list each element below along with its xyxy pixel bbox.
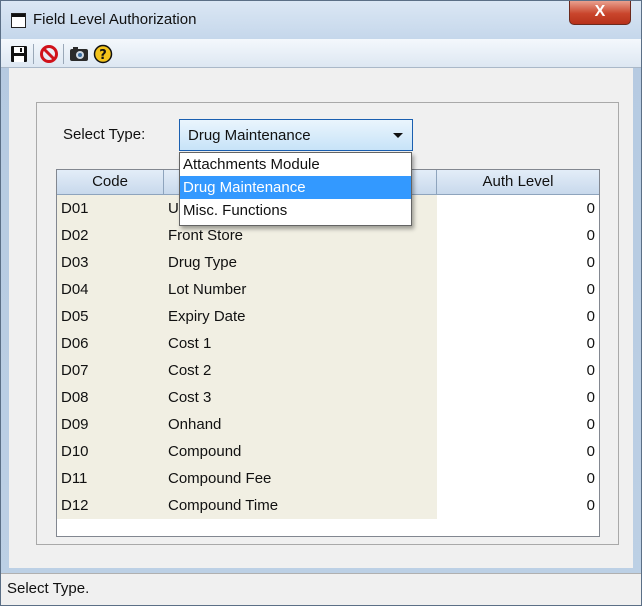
svg-text:?: ? xyxy=(99,48,107,63)
code-cell[interactable]: D10 xyxy=(57,438,164,465)
table-row[interactable]: D05 Expiry Date 0 xyxy=(57,303,599,330)
auth-level-cell[interactable]: 0 xyxy=(437,195,599,222)
code-cell[interactable]: D04 xyxy=(57,276,164,303)
column-header-code[interactable]: Code xyxy=(57,170,164,195)
toolbar: ? xyxy=(1,39,641,68)
app-window: Field Level Authorization X ? Select Typ… xyxy=(0,0,642,606)
code-cell[interactable]: D02 xyxy=(57,222,164,249)
table-row[interactable]: D06 Cost 10 xyxy=(57,330,599,357)
select-type-dropdown: Attachments Module Drug Maintenance Misc. … xyxy=(179,152,412,226)
code-cell[interactable]: D08 xyxy=(57,384,164,411)
auth-level-cell[interactable]: 0 xyxy=(437,411,599,438)
code-cell[interactable]: D09 xyxy=(57,411,164,438)
description-cell[interactable]: Onhand xyxy=(164,411,437,438)
help-icon: ? xyxy=(93,44,113,64)
toolbar-separator xyxy=(33,44,34,64)
auth-level-cell[interactable]: 0 xyxy=(437,357,599,384)
description-cell[interactable]: Expiry Date xyxy=(164,303,437,330)
save-button[interactable] xyxy=(9,44,29,64)
description-cell[interactable]: Cost 1 xyxy=(164,330,437,357)
description-cell[interactable]: Compound Time xyxy=(164,492,437,519)
help-button[interactable]: ? xyxy=(93,44,113,64)
description-cell[interactable]: Compound Fee xyxy=(164,465,437,492)
table-row[interactable]: D02 Front Store 0 xyxy=(57,222,599,249)
table-row[interactable]: D03 Drug Type 0 xyxy=(57,249,599,276)
toolbar-separator xyxy=(63,44,64,64)
select-type-value: Drug Maintenance xyxy=(188,127,311,144)
camera-icon xyxy=(70,47,88,61)
description-cell[interactable]: Cost 2 xyxy=(164,357,437,384)
code-cell[interactable]: D07 xyxy=(57,357,164,384)
description-cell[interactable]: Cost 3 xyxy=(164,384,437,411)
chevron-down-icon[interactable] xyxy=(393,133,403,138)
table-row[interactable]: D04 Lot Number 0 xyxy=(57,276,599,303)
dropdown-option[interactable]: Misc. Functions xyxy=(180,199,411,222)
auth-level-cell[interactable]: 0 xyxy=(437,276,599,303)
select-type-combo[interactable]: Drug Maintenance xyxy=(179,119,413,151)
auth-level-cell[interactable]: 0 xyxy=(437,330,599,357)
auth-level-cell[interactable]: 0 xyxy=(437,438,599,465)
cancel-icon xyxy=(40,45,58,63)
column-header-auth-level[interactable]: Auth Level xyxy=(437,170,599,195)
dropdown-option[interactable]: Drug Maintenance xyxy=(180,176,411,199)
cancel-button[interactable] xyxy=(39,44,59,64)
close-button[interactable]: X xyxy=(569,1,631,25)
description-cell[interactable]: Drug Type xyxy=(164,249,437,276)
code-cell[interactable]: D12 xyxy=(57,492,164,519)
camera-button[interactable] xyxy=(69,44,89,64)
app-icon xyxy=(11,13,26,28)
code-cell[interactable]: D11 xyxy=(57,465,164,492)
status-bar: Select Type. xyxy=(1,573,641,605)
save-icon xyxy=(11,46,27,62)
code-cell[interactable]: D06 xyxy=(57,330,164,357)
title-bar[interactable]: Field Level Authorization X xyxy=(1,1,641,39)
table-row[interactable]: D07 Cost 20 xyxy=(57,357,599,384)
code-cell[interactable]: D05 xyxy=(57,303,164,330)
description-cell[interactable]: Lot Number xyxy=(164,276,437,303)
description-cell[interactable]: Front Store xyxy=(164,222,437,249)
table-row[interactable]: D11 Compound Fee 0 xyxy=(57,465,599,492)
auth-level-cell[interactable]: 0 xyxy=(437,384,599,411)
dropdown-option[interactable]: Attachments Module xyxy=(180,153,411,176)
table-row[interactable]: D09 Onhand 0 xyxy=(57,411,599,438)
code-cell[interactable]: D03 xyxy=(57,249,164,276)
table-row[interactable]: D12 Compound Time 0 xyxy=(57,492,599,519)
window-title: Field Level Authorization xyxy=(33,11,197,28)
table-row[interactable]: D08 Cost 30 xyxy=(57,384,599,411)
auth-level-cell[interactable]: 0 xyxy=(437,465,599,492)
select-type-label: Select Type: xyxy=(63,126,146,143)
auth-level-cell[interactable]: 0 xyxy=(437,492,599,519)
description-cell[interactable]: Compound xyxy=(164,438,437,465)
code-cell[interactable]: D01 xyxy=(57,195,164,222)
auth-level-cell[interactable]: 0 xyxy=(437,303,599,330)
table-row[interactable]: D10 Compound 0 xyxy=(57,438,599,465)
auth-level-cell[interactable]: 0 xyxy=(437,222,599,249)
auth-level-cell[interactable]: 0 xyxy=(437,249,599,276)
